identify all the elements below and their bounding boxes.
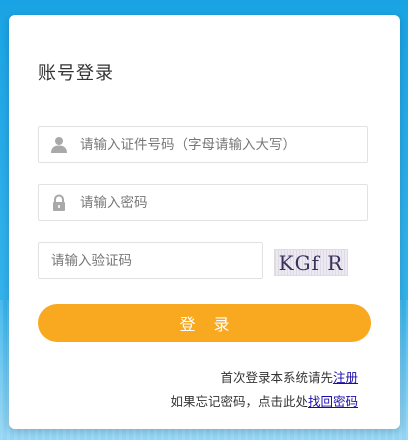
id-number-input[interactable] [80, 127, 360, 162]
password-input[interactable] [80, 185, 360, 220]
lock-icon [50, 194, 68, 212]
page-title: 账号登录 [38, 63, 114, 84]
register-prompt: 首次登录本系统请先 [220, 370, 333, 385]
captcha-input[interactable] [51, 243, 251, 278]
captcha-field-container[interactable] [38, 242, 263, 279]
password-field-container[interactable] [38, 184, 368, 221]
forgot-password-prompt: 如果忘记密码，点击此处 [170, 394, 308, 409]
forgot-password-line: 如果忘记密码，点击此处找回密码 [170, 391, 358, 410]
id-number-field-container[interactable] [38, 126, 368, 163]
captcha-image[interactable]: KGf R [274, 249, 348, 276]
register-link[interactable]: 注册 [333, 370, 358, 385]
login-card: 账号登录 KGf R 登录 首次登录本系统请先注册 如果忘记密码，点击此处找回密… [9, 15, 400, 429]
user-icon [50, 136, 68, 154]
login-button[interactable]: 登录 [38, 304, 371, 342]
forgot-password-link[interactable]: 找回密码 [308, 394, 358, 409]
register-line: 首次登录本系统请先注册 [220, 367, 358, 386]
